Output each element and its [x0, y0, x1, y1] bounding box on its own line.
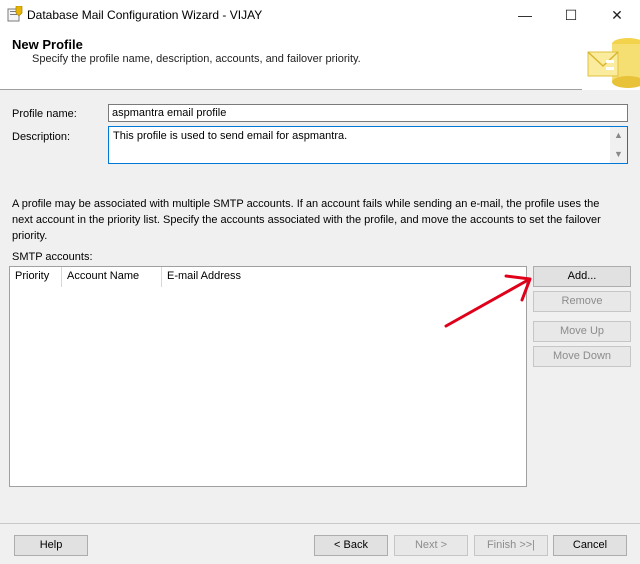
column-header-email-address[interactable]: E-mail Address [162, 267, 292, 287]
column-header-account-name[interactable]: Account Name [62, 267, 162, 287]
profile-name-label: Profile name: [12, 108, 77, 120]
scroll-up-icon[interactable]: ▲ [610, 127, 627, 144]
title-bar: Database Mail Configuration Wizard - VIJ… [0, 0, 640, 30]
back-button[interactable]: < Back [314, 535, 388, 556]
profile-name-input[interactable]: aspmantra email profile [108, 104, 628, 122]
scroll-down-icon[interactable]: ▼ [610, 146, 627, 163]
next-button[interactable]: Next > [394, 535, 468, 556]
maximize-icon: ☐ [564, 6, 578, 23]
window-title: Database Mail Configuration Wizard - VIJ… [27, 8, 263, 22]
description-text: This profile is used to send email for a… [113, 130, 348, 142]
minimize-button[interactable]: — [502, 0, 548, 30]
page-title: New Profile [12, 37, 83, 52]
page-subtitle: Specify the profile name, description, a… [32, 53, 361, 65]
description-textarea[interactable]: This profile is used to send email for a… [108, 126, 628, 164]
maximize-button[interactable]: ☐ [548, 0, 594, 30]
database-mail-banner-icon [582, 30, 640, 90]
close-icon: ✕ [611, 6, 623, 23]
wizard-app-icon [7, 5, 23, 22]
column-header-priority[interactable]: Priority [10, 267, 62, 287]
move-down-button[interactable]: Move Down [533, 346, 631, 367]
wizard-header: New Profile Specify the profile name, de… [0, 30, 640, 90]
help-button[interactable]: Help [14, 535, 88, 556]
minimize-icon: — [518, 7, 532, 23]
add-account-button[interactable]: Add... [533, 266, 631, 287]
annotation-arrow-icon [444, 274, 532, 328]
close-button[interactable]: ✕ [594, 0, 640, 30]
cancel-button[interactable]: Cancel [553, 535, 627, 556]
smtp-accounts-label: SMTP accounts: [12, 251, 93, 263]
description-scrollbar[interactable]: ▲ ▼ [610, 127, 627, 163]
move-up-button[interactable]: Move Up [533, 321, 631, 342]
finish-button[interactable]: Finish >>| [474, 535, 548, 556]
profile-info-text: A profile may be associated with multipl… [12, 198, 601, 242]
description-label: Description: [12, 131, 71, 143]
remove-account-button[interactable]: Remove [533, 291, 631, 312]
footer-divider [0, 523, 640, 524]
